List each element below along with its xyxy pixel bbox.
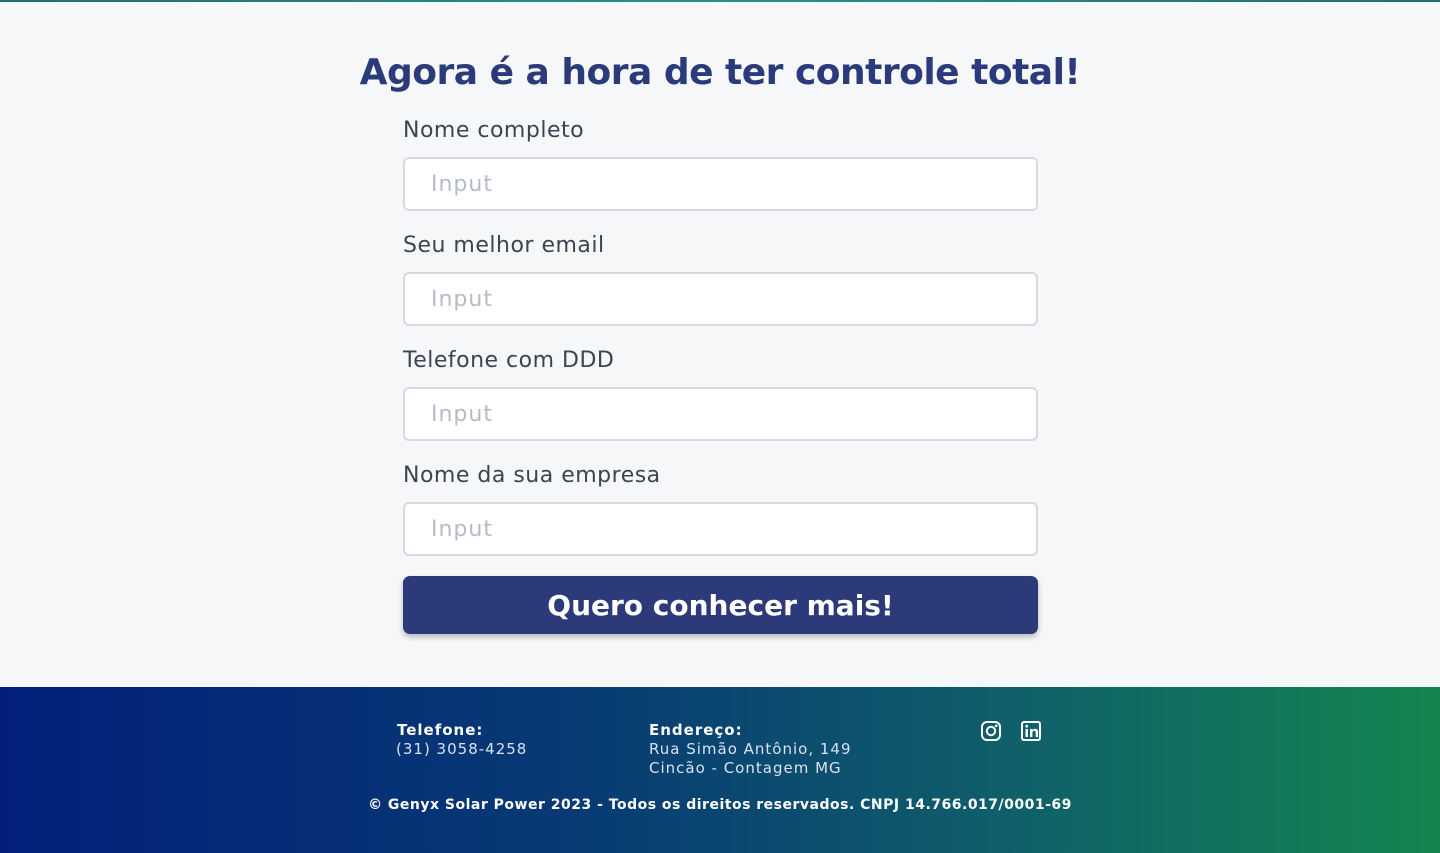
footer-address-line1: Rua Simão Antônio, 149 (649, 740, 852, 758)
phone-label: Telefone com DDD (403, 348, 615, 373)
footer: Telefone: (31) 3058-4258 Endereço: Rua S… (0, 687, 1440, 853)
company-name-input[interactable] (403, 502, 1038, 556)
footer-address-line2: Cincão - Contagem MG (649, 759, 842, 777)
contact-form-section: Agora é a hora de ter controle total! No… (0, 2, 1440, 687)
company-name-label: Nome da sua empresa (403, 463, 661, 488)
form-heading: Agora é a hora de ter controle total! (359, 52, 1081, 93)
phone-input[interactable] (403, 387, 1038, 441)
email-input[interactable] (403, 272, 1038, 326)
footer-phone-value: (31) 3058-4258 (396, 740, 528, 758)
full-name-input[interactable] (403, 157, 1038, 211)
email-label: Seu melhor email (403, 233, 605, 258)
footer-phone-label: Telefone: (397, 721, 484, 739)
copyright-text: © Genyx Solar Power 2023 - Todos os dire… (368, 797, 1072, 813)
linkedin-icon[interactable] (1020, 720, 1042, 742)
full-name-label: Nome completo (403, 118, 585, 143)
footer-address-label: Endereço: (649, 721, 743, 739)
submit-button[interactable]: Quero conhecer mais! (403, 576, 1038, 634)
instagram-icon[interactable] (980, 720, 1002, 742)
